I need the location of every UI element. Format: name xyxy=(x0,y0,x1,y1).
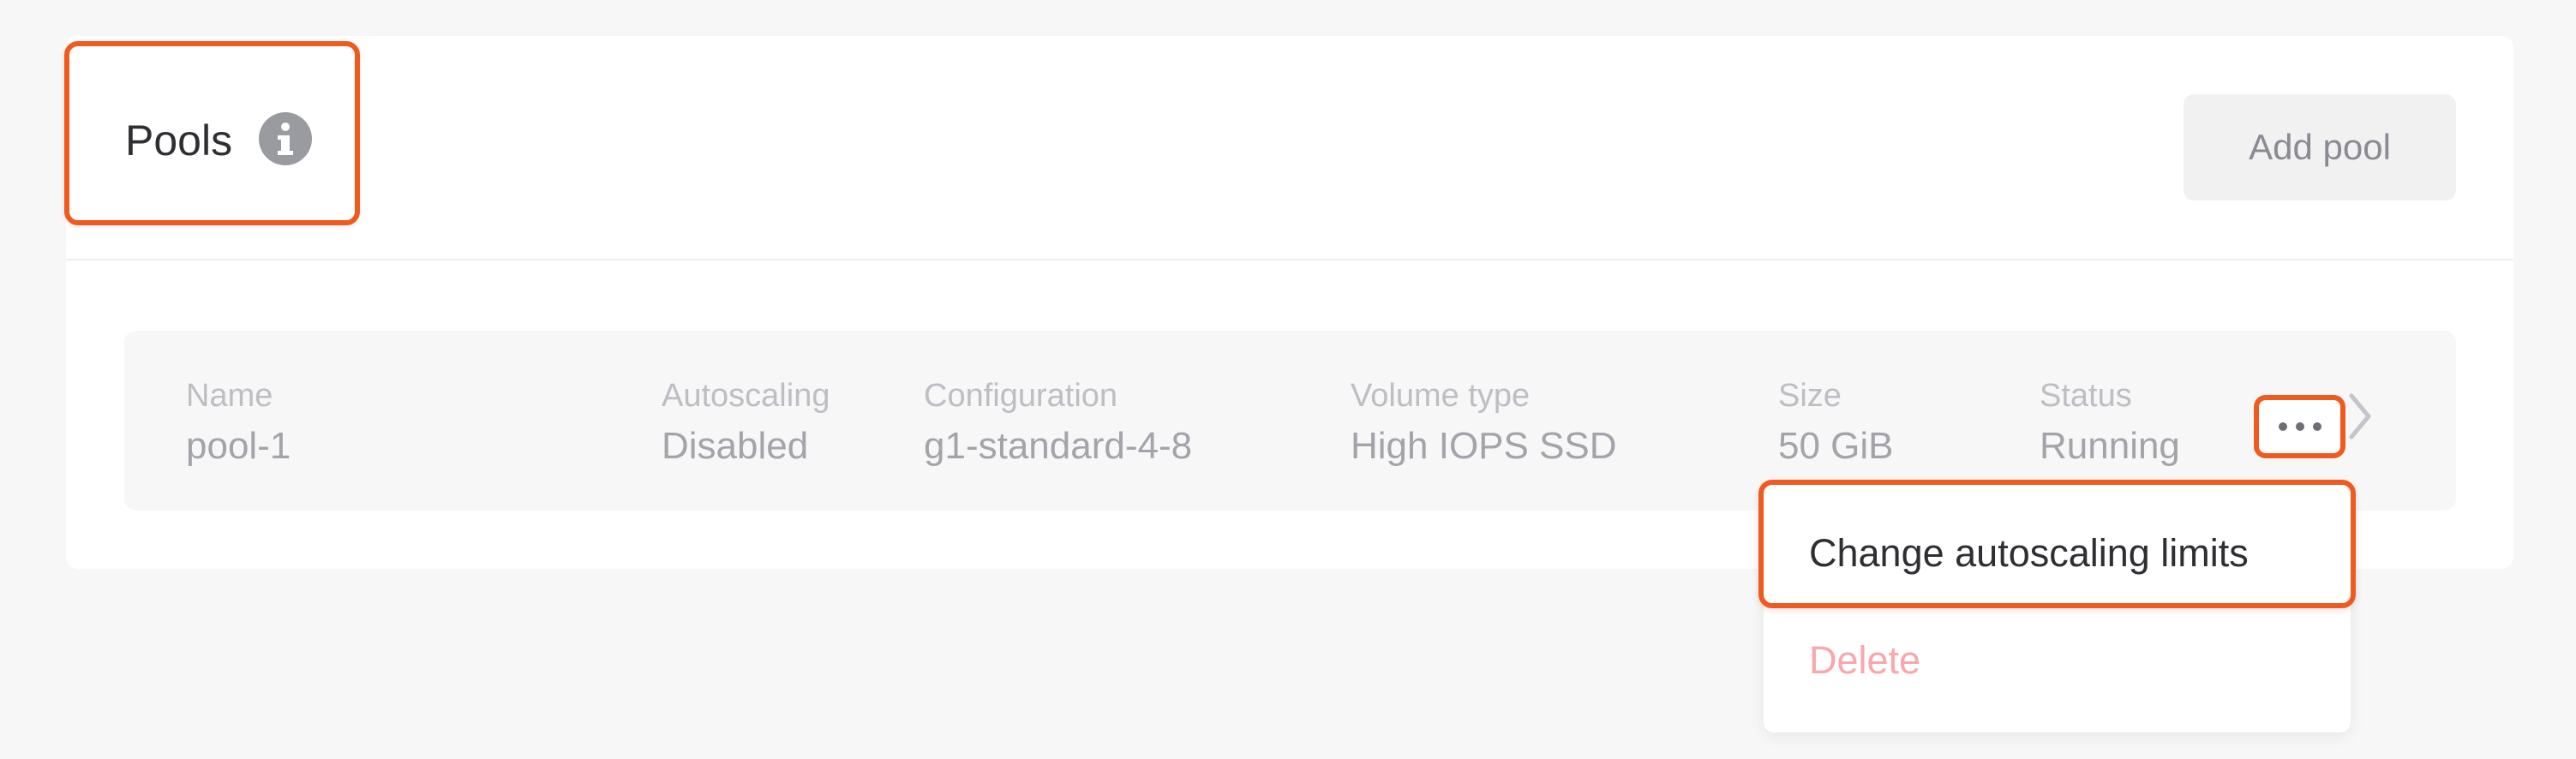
column-header-name: Name xyxy=(186,378,273,414)
pool-size: 50 GiB xyxy=(1778,425,1894,467)
pool-autoscaling: Disabled xyxy=(662,425,809,467)
add-pool-button[interactable]: Add pool xyxy=(2184,94,2456,200)
pool-status: Running xyxy=(2040,425,2180,467)
page-title: Pools xyxy=(125,117,233,164)
column-header-volume-type: Volume type xyxy=(1351,378,1531,414)
info-icon[interactable] xyxy=(259,112,312,165)
menu-item-change-autoscaling-limits[interactable]: Change autoscaling limits xyxy=(1809,530,2249,577)
menu-item-delete[interactable]: Delete xyxy=(1809,637,1920,684)
pool-configuration: g1-standard-4-8 xyxy=(924,425,1193,467)
more-dots-icon[interactable] xyxy=(2276,421,2324,432)
column-header-configuration: Configuration xyxy=(924,378,1118,414)
chevron-right-icon[interactable] xyxy=(2348,392,2372,440)
column-header-size: Size xyxy=(1778,378,1842,414)
column-header-status: Status xyxy=(2040,378,2132,414)
pools-card-header xyxy=(66,36,2513,260)
pool-name: pool-1 xyxy=(186,425,291,467)
pool-volume-type: High IOPS SSD xyxy=(1351,425,1617,467)
column-header-autoscaling: Autoscaling xyxy=(662,378,830,414)
